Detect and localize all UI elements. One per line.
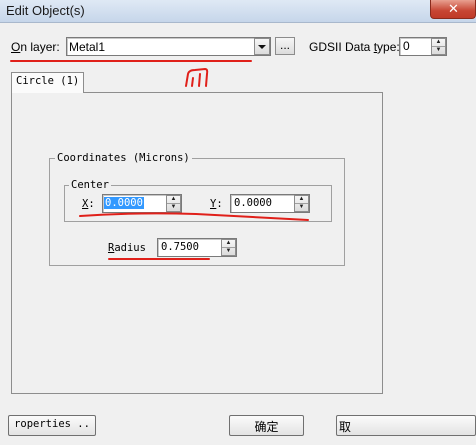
layer-combobox[interactable]: Metal1: [66, 37, 271, 56]
window-title: Edit Object(s): [6, 3, 85, 18]
tab-label: Circle (1): [16, 75, 80, 87]
annotation-underline-layer: [10, 60, 252, 62]
gdsii-datatype-input[interactable]: 0 ▲ ▼: [399, 37, 447, 56]
gdsii-spinner[interactable]: ▲ ▼: [431, 38, 446, 55]
annotation-underline-center: [79, 212, 309, 221]
annotation-underline-radius: [108, 258, 210, 260]
cancel-label: 取: [339, 420, 352, 434]
spin-up-icon[interactable]: ▲: [432, 39, 445, 47]
spin-down-icon[interactable]: ▼: [432, 47, 445, 55]
center-group-title: Center: [69, 179, 111, 191]
close-button[interactable]: ✕: [430, 0, 476, 19]
radius-label: Radius: [108, 242, 146, 254]
spin-up-icon[interactable]: ▲: [222, 240, 235, 248]
title-bar: Edit Object(s) ✕: [0, 0, 476, 23]
ok-button[interactable]: 确定: [229, 415, 304, 436]
annotation-mark: [185, 67, 209, 87]
gdsii-value: 0: [403, 39, 410, 53]
layer-label: On layer:: [11, 40, 60, 54]
layer-dropdown-button[interactable]: [254, 38, 270, 55]
tab-circle[interactable]: Circle (1): [11, 72, 84, 93]
browse-label: ...: [280, 38, 291, 52]
ok-label: 确定: [254, 420, 279, 434]
close-icon: ✕: [448, 1, 459, 16]
chevron-down-icon: [258, 45, 266, 49]
properties-label: roperties ..: [14, 418, 90, 430]
cancel-button[interactable]: 取: [336, 415, 476, 436]
coordinates-group-title: Coordinates (Microns): [55, 152, 192, 164]
spin-up-icon[interactable]: ▲: [167, 196, 180, 204]
gdsii-label: GDSII Data type:: [309, 40, 400, 54]
layer-value: Metal1: [69, 40, 106, 54]
radius-input[interactable]: 0.7500 ▲ ▼: [157, 238, 237, 257]
radius-value: 0.7500: [161, 241, 199, 253]
spin-down-icon[interactable]: ▼: [222, 248, 235, 256]
properties-button[interactable]: roperties ..: [8, 415, 96, 436]
layer-browse-button[interactable]: ...: [275, 37, 295, 55]
spin-up-icon[interactable]: ▲: [295, 196, 308, 204]
radius-spinner[interactable]: ▲ ▼: [221, 239, 236, 256]
